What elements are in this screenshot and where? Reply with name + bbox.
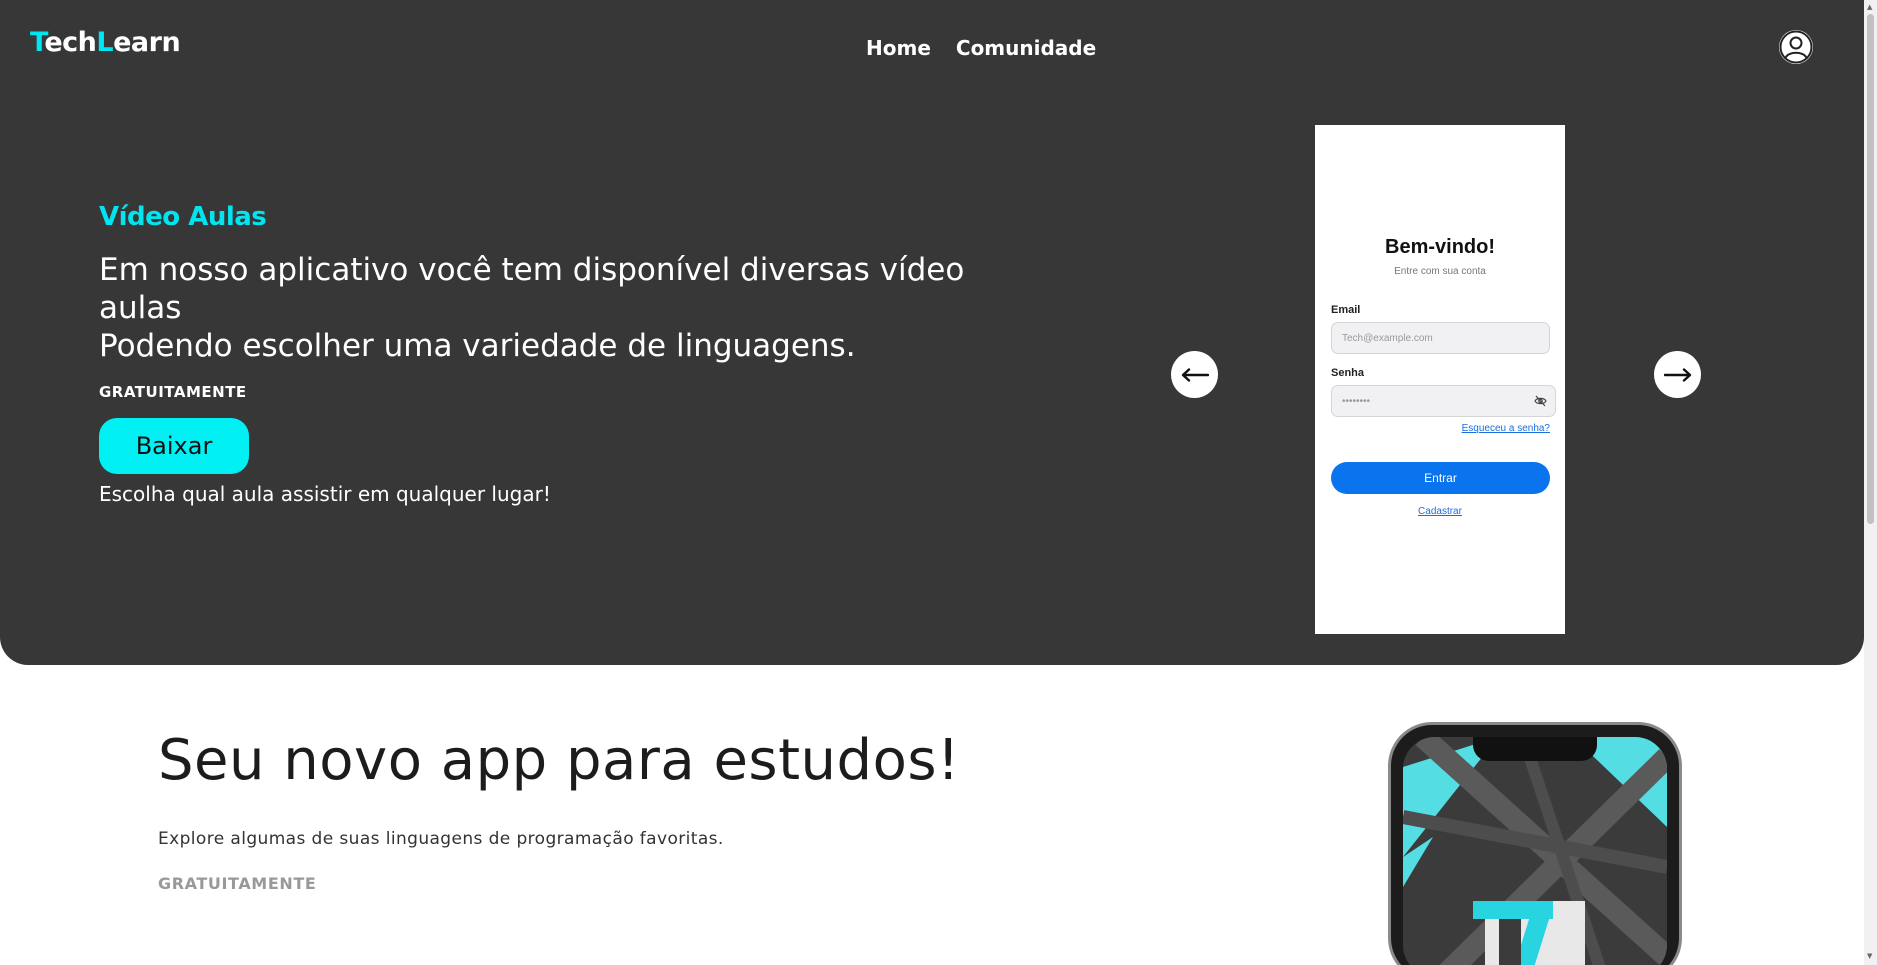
mock-enter-button: Entrar xyxy=(1331,462,1550,494)
mock-email-field: Tech@example.com xyxy=(1331,322,1550,354)
user-circle-icon xyxy=(1779,30,1813,64)
mock-register-link: Cadastrar xyxy=(1418,506,1462,517)
promo-free-label: GRATUITAMENTE xyxy=(158,874,317,893)
mock-password-field: •••••••• xyxy=(1331,385,1556,417)
mock-email-label: Email xyxy=(1331,304,1361,316)
hero-section: TechLearn Home Comunidade Vídeo Aulas Em… xyxy=(0,0,1864,665)
scroll-up-arrow-icon[interactable]: ▲ xyxy=(1867,3,1872,11)
nav-link-comunidade[interactable]: Comunidade xyxy=(956,36,1096,60)
logo-letter-t: T xyxy=(30,27,45,58)
user-account-button[interactable] xyxy=(1779,30,1813,64)
hero-free-label: GRATUITAMENTE xyxy=(99,383,247,401)
scroll-down-arrow-icon[interactable]: ▼ xyxy=(1867,952,1872,960)
mock-welcome-title: Bem-vindo! xyxy=(1385,236,1495,258)
download-button[interactable]: Baixar xyxy=(99,418,249,474)
mock-forgot-password-link: Esqueceu a senha? xyxy=(1461,423,1550,434)
scrollbar-thumb[interactable] xyxy=(1867,14,1874,524)
carousel-prev-button[interactable] xyxy=(1171,351,1218,398)
mock-email-placeholder: Tech@example.com xyxy=(1342,332,1433,344)
mock-password-value: •••••••• xyxy=(1342,395,1371,407)
hero-description-line-2: Podendo escolher uma variedade de lingua… xyxy=(99,328,856,364)
phone-mockup-image xyxy=(1388,722,1682,965)
mock-subtitle: Entre com sua conta xyxy=(1394,266,1486,277)
techlearn-app-icon xyxy=(1403,737,1667,965)
arrow-left-icon xyxy=(1181,367,1209,382)
eye-off-icon xyxy=(1534,395,1547,407)
hero-tagline: Escolha qual aula assistir em qualquer l… xyxy=(99,482,551,506)
promo-title: Seu novo app para estudos! xyxy=(158,728,960,793)
hero-section-title: Vídeo Aulas xyxy=(99,202,267,232)
phone-screen xyxy=(1403,737,1667,965)
phone-notch xyxy=(1473,737,1597,761)
page-scrollbar[interactable]: ▲ ▼ xyxy=(1864,0,1877,965)
app-login-screenshot: Bem-vindo! Entre com sua conta Email Tec… xyxy=(1315,125,1565,634)
logo-letter-l: L xyxy=(96,27,114,58)
hero-description-line-1: Em nosso aplicativo você tem disponível … xyxy=(99,252,965,326)
nav-link-home[interactable]: Home xyxy=(866,36,931,60)
logo[interactable]: TechLearn xyxy=(30,27,181,58)
logo-text-tech: ech xyxy=(44,27,97,58)
arrow-right-icon xyxy=(1663,367,1691,382)
carousel-next-button[interactable] xyxy=(1654,351,1701,398)
main-nav: Home Comunidade xyxy=(866,36,1096,60)
mock-password-label: Senha xyxy=(1331,367,1365,379)
promo-description: Explore algumas de suas linguagens de pr… xyxy=(158,829,724,849)
logo-text-learn: earn xyxy=(113,27,181,58)
hero-description: Em nosso aplicativo você tem disponível … xyxy=(99,251,1039,365)
